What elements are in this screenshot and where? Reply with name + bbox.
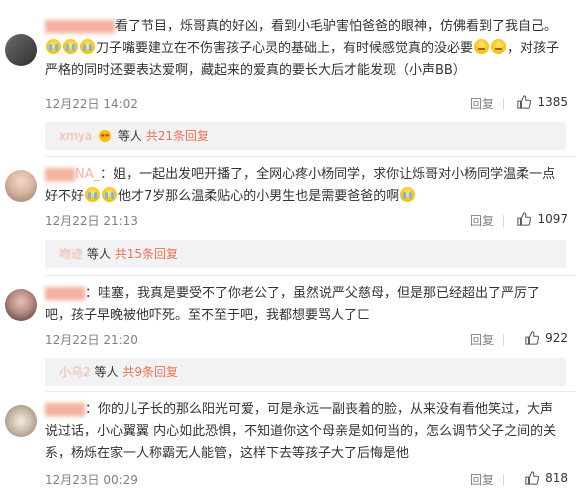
- avatar[interactable]: [5, 289, 37, 321]
- reply-button[interactable]: 回复: [470, 95, 494, 112]
- heart-eyes-emoji-icon: [99, 130, 112, 142]
- divider: [503, 334, 504, 346]
- cry-emoji-icon: [63, 39, 78, 54]
- meh-emoji-icon: [474, 39, 490, 54]
- divider: [45, 391, 576, 392]
- like-button[interactable]: 1385: [517, 95, 568, 109]
- user-name[interactable]: ▇▇▇▇▇▇▇: [45, 19, 115, 34]
- sub-reply-bar[interactable]: 小乌2 等人 共9条回复: [45, 358, 566, 386]
- comment-text: ▇▇▇▇：哇塞，我真是要受不了你老公了，虽然说严父慈母，但是那已经超出了严厉了吧…: [45, 286, 541, 323]
- user-name[interactable]: ▇▇▇▇: [45, 402, 85, 417]
- comment-meta: 12月22日 21:20 回复 922: [45, 329, 576, 349]
- cry-emoji-icon: [102, 187, 118, 202]
- comment-meta: 12月22日 14:02 回复 1385: [45, 93, 576, 113]
- like-button[interactable]: 1097: [517, 212, 568, 226]
- divider: [45, 156, 576, 157]
- user-name[interactable]: ▇▇▇NA_: [45, 167, 100, 182]
- divider: [503, 98, 504, 110]
- sub-reply-user[interactable]: xmya: [59, 129, 92, 143]
- comment-text: ▇▇▇▇：你的儿子长的那么阳光可爱，可是永远一副丧着的脸，从来没有看他笑过，大声…: [45, 402, 557, 461]
- like-count: 1097: [537, 212, 568, 226]
- reply-button[interactable]: 回复: [470, 212, 494, 229]
- reply-button[interactable]: 回复: [470, 331, 494, 348]
- comment-text: ▇▇▇▇▇▇▇看了节目，烁哥真的好凶，看到小毛驴害怕爸爸的眼神，仿佛看到了我自己…: [45, 19, 560, 78]
- like-count: 818: [545, 471, 568, 485]
- cry-emoji-icon: [85, 187, 101, 202]
- meh-emoji-icon: [491, 39, 507, 54]
- sub-reply-bar[interactable]: xmya 等人 共21条回复: [45, 122, 566, 150]
- divider: [503, 474, 504, 486]
- sub-reply-count[interactable]: 共9条回复: [122, 365, 178, 379]
- comment-text: ▇▇▇NA_：姐，一起出发吧开播了，全网心疼小杨同学，求你让烁哥对小杨同学温柔一…: [45, 167, 556, 204]
- comment-item: ▇▇▇▇：你的儿子长的那么阳光可爱，可是永远一副丧着的脸，从来没有看他笑过，大声…: [0, 393, 576, 494]
- reply-button[interactable]: 回复: [470, 471, 494, 488]
- divider: [503, 215, 504, 227]
- comment-time: 12月22日 21:20: [45, 333, 138, 347]
- avatar[interactable]: [5, 170, 37, 202]
- comment-meta: 12月22日 21:13 回复 1097: [45, 210, 576, 230]
- comment-item: ▇▇▇NA_：姐，一起出发吧开播了，全网心疼小杨同学，求你让烁哥对小杨同学温柔一…: [0, 158, 576, 268]
- like-count: 1385: [537, 95, 568, 109]
- comment-time: 12月23日 00:29: [45, 473, 138, 487]
- like-button[interactable]: 922: [525, 331, 568, 345]
- thumb-up-icon: [517, 212, 532, 226]
- like-button[interactable]: 818: [525, 471, 568, 485]
- comment-item: ▇▇▇▇：哇塞，我真是要受不了你老公了，虽然说严父慈母，但是那已经超出了严厉了吧…: [0, 277, 576, 387]
- cry-emoji-icon: [80, 39, 95, 54]
- sub-reply-count[interactable]: 共15条回复: [115, 247, 178, 261]
- sub-reply-bar[interactable]: 吻迹 等人 共15条回复: [45, 240, 566, 268]
- cry-emoji-icon: [46, 39, 61, 54]
- thumb-up-icon: [525, 471, 540, 485]
- avatar[interactable]: [5, 405, 37, 437]
- sub-reply-user[interactable]: 吻迹: [59, 247, 83, 261]
- cry-emoji-icon: [400, 187, 416, 202]
- thumb-up-icon: [525, 331, 540, 345]
- user-name[interactable]: ▇▇▇▇: [45, 286, 85, 301]
- like-count: 922: [545, 331, 568, 345]
- sub-reply-user[interactable]: 小乌2: [59, 365, 91, 379]
- comment-time: 12月22日 21:13: [45, 214, 138, 228]
- avatar[interactable]: [5, 34, 37, 66]
- sub-reply-count[interactable]: 共21条回复: [146, 129, 209, 143]
- thumb-up-icon: [517, 95, 532, 109]
- comment-item: ▇▇▇▇▇▇▇看了节目，烁哥真的好凶，看到小毛驴害怕爸爸的眼神，仿佛看到了我自己…: [0, 0, 576, 150]
- comment-time: 12月22日 14:02: [45, 97, 138, 111]
- divider: [45, 275, 576, 276]
- comment-meta: 12月23日 00:29 回复 818: [45, 469, 576, 489]
